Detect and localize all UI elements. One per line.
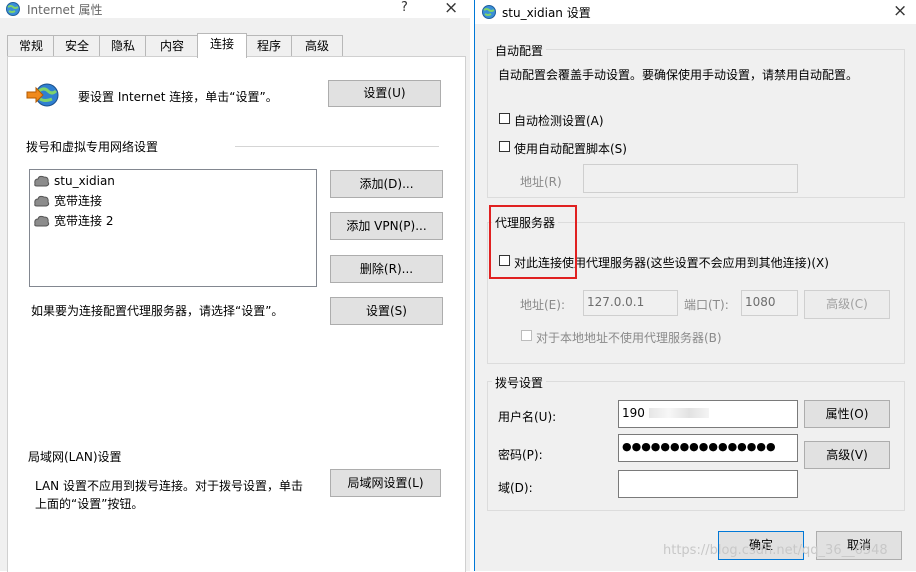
tab-security[interactable]: 安全: [53, 35, 101, 57]
add-vpn-button[interactable]: 添加 VPN(P)...: [330, 212, 443, 240]
password-label: 密码(P):: [498, 448, 543, 462]
use-config-script-checkbox[interactable]: [499, 141, 510, 152]
connection-name: stu_xidian: [54, 174, 115, 188]
lan-section-heading: 局域网(LAN)设置: [28, 450, 122, 464]
username-value: 190: [622, 406, 645, 420]
dialup-section-heading: 拨号和虚拟专用网络设置: [26, 140, 159, 154]
auto-config-group-title: 自动配置: [492, 42, 547, 59]
add-connection-button[interactable]: 添加(D)...: [330, 170, 443, 198]
setup-button[interactable]: 设置(U): [328, 80, 441, 107]
auto-detect-label: 自动检测设置(A): [514, 114, 604, 128]
domain-input[interactable]: [618, 470, 798, 498]
dialup-settings-group-title: 拨号设置: [492, 374, 547, 391]
tab-connections[interactable]: 连接: [197, 33, 247, 58]
username-input[interactable]: 190: [618, 400, 798, 428]
delete-connection-button[interactable]: 删除(R)...: [330, 255, 443, 283]
auto-detect-checkbox[interactable]: [499, 113, 510, 124]
globe-icon: [6, 2, 20, 16]
tab-strip: 常规 安全 隐私 内容 连接 程序 高级: [0, 33, 470, 58]
dialup-connection-icon: [34, 195, 50, 207]
list-item[interactable]: 宽带连接 2: [34, 212, 113, 230]
tab-content[interactable]: 内容: [145, 35, 199, 57]
connection-name: 宽带连接 2: [54, 214, 114, 228]
use-proxy-label: 对此连接使用代理服务器(这些设置不会应用到其他连接)(X): [514, 256, 829, 270]
proxy-advanced-button[interactable]: 高级(C): [804, 290, 890, 319]
username-label: 用户名(U):: [498, 410, 557, 424]
domain-label: 域(D):: [498, 481, 533, 495]
dialup-connection-icon: [34, 175, 50, 187]
properties-button[interactable]: 属性(O): [804, 400, 890, 428]
use-proxy-checkbox[interactable]: [499, 255, 510, 266]
lan-description-line1: LAN 设置不应用到拨号连接。对于拨号设置，单击: [35, 479, 303, 493]
proxy-address-label: 地址(E):: [520, 298, 565, 312]
lan-description-line2: 上面的“设置”按钮。: [35, 497, 144, 511]
dialup-connection-icon: [34, 215, 50, 227]
internet-setup-icon: [26, 83, 59, 107]
connection-settings-button[interactable]: 设置(S): [330, 297, 443, 325]
internet-properties-title: Internet 属性: [27, 3, 103, 17]
list-item[interactable]: stu_xidian: [34, 172, 115, 190]
lan-settings-button[interactable]: 局域网设置(L): [330, 469, 441, 497]
tab-general[interactable]: 常规: [7, 35, 55, 57]
proxy-address-input[interactable]: 127.0.0.1: [583, 290, 678, 316]
tab-privacy[interactable]: 隐私: [99, 35, 147, 57]
script-address-label: 地址(R): [520, 175, 562, 189]
list-item[interactable]: 宽带连接: [34, 192, 102, 210]
connection-name: 宽带连接: [54, 194, 103, 208]
redacted-text: [648, 408, 709, 418]
proxy-server-group-title: 代理服务器: [492, 214, 559, 231]
tab-programs[interactable]: 程序: [245, 35, 293, 57]
tab-advanced[interactable]: 高级: [291, 35, 343, 57]
globe-icon: [482, 5, 496, 19]
dialup-section-divider: [235, 146, 439, 147]
use-config-script-label: 使用自动配置脚本(S): [514, 142, 627, 156]
close-icon[interactable]: ×: [444, 0, 458, 18]
auto-config-description: 自动配置会覆盖手动设置。要确保使用手动设置，请禁用自动配置。: [498, 68, 859, 82]
proxy-port-label: 端口(T):: [684, 298, 729, 312]
connection-settings-title: stu_xidian 设置: [502, 6, 591, 20]
dialup-advanced-button[interactable]: 高级(V): [804, 441, 890, 469]
help-icon[interactable]: ?: [401, 0, 408, 15]
watermark: https://blog.csdn.net/qq_36__6548: [663, 543, 888, 558]
script-address-input[interactable]: [583, 164, 798, 193]
connections-listbox[interactable]: stu_xidian 宽带连接 宽带连接 2: [29, 169, 317, 287]
bypass-local-label: 对于本地地址不使用代理服务器(B): [536, 331, 722, 345]
proxy-hint-text: 如果要为连接配置代理服务器，请选择“设置”。: [31, 304, 284, 318]
close-icon[interactable]: ×: [893, 1, 907, 21]
setup-instruction-text: 要设置 Internet 连接，单击“设置”。: [78, 90, 278, 104]
proxy-port-input[interactable]: 1080: [741, 290, 798, 316]
password-input[interactable]: ●●●●●●●●●●●●●●●●: [618, 434, 798, 462]
bypass-local-checkbox[interactable]: [521, 330, 532, 341]
